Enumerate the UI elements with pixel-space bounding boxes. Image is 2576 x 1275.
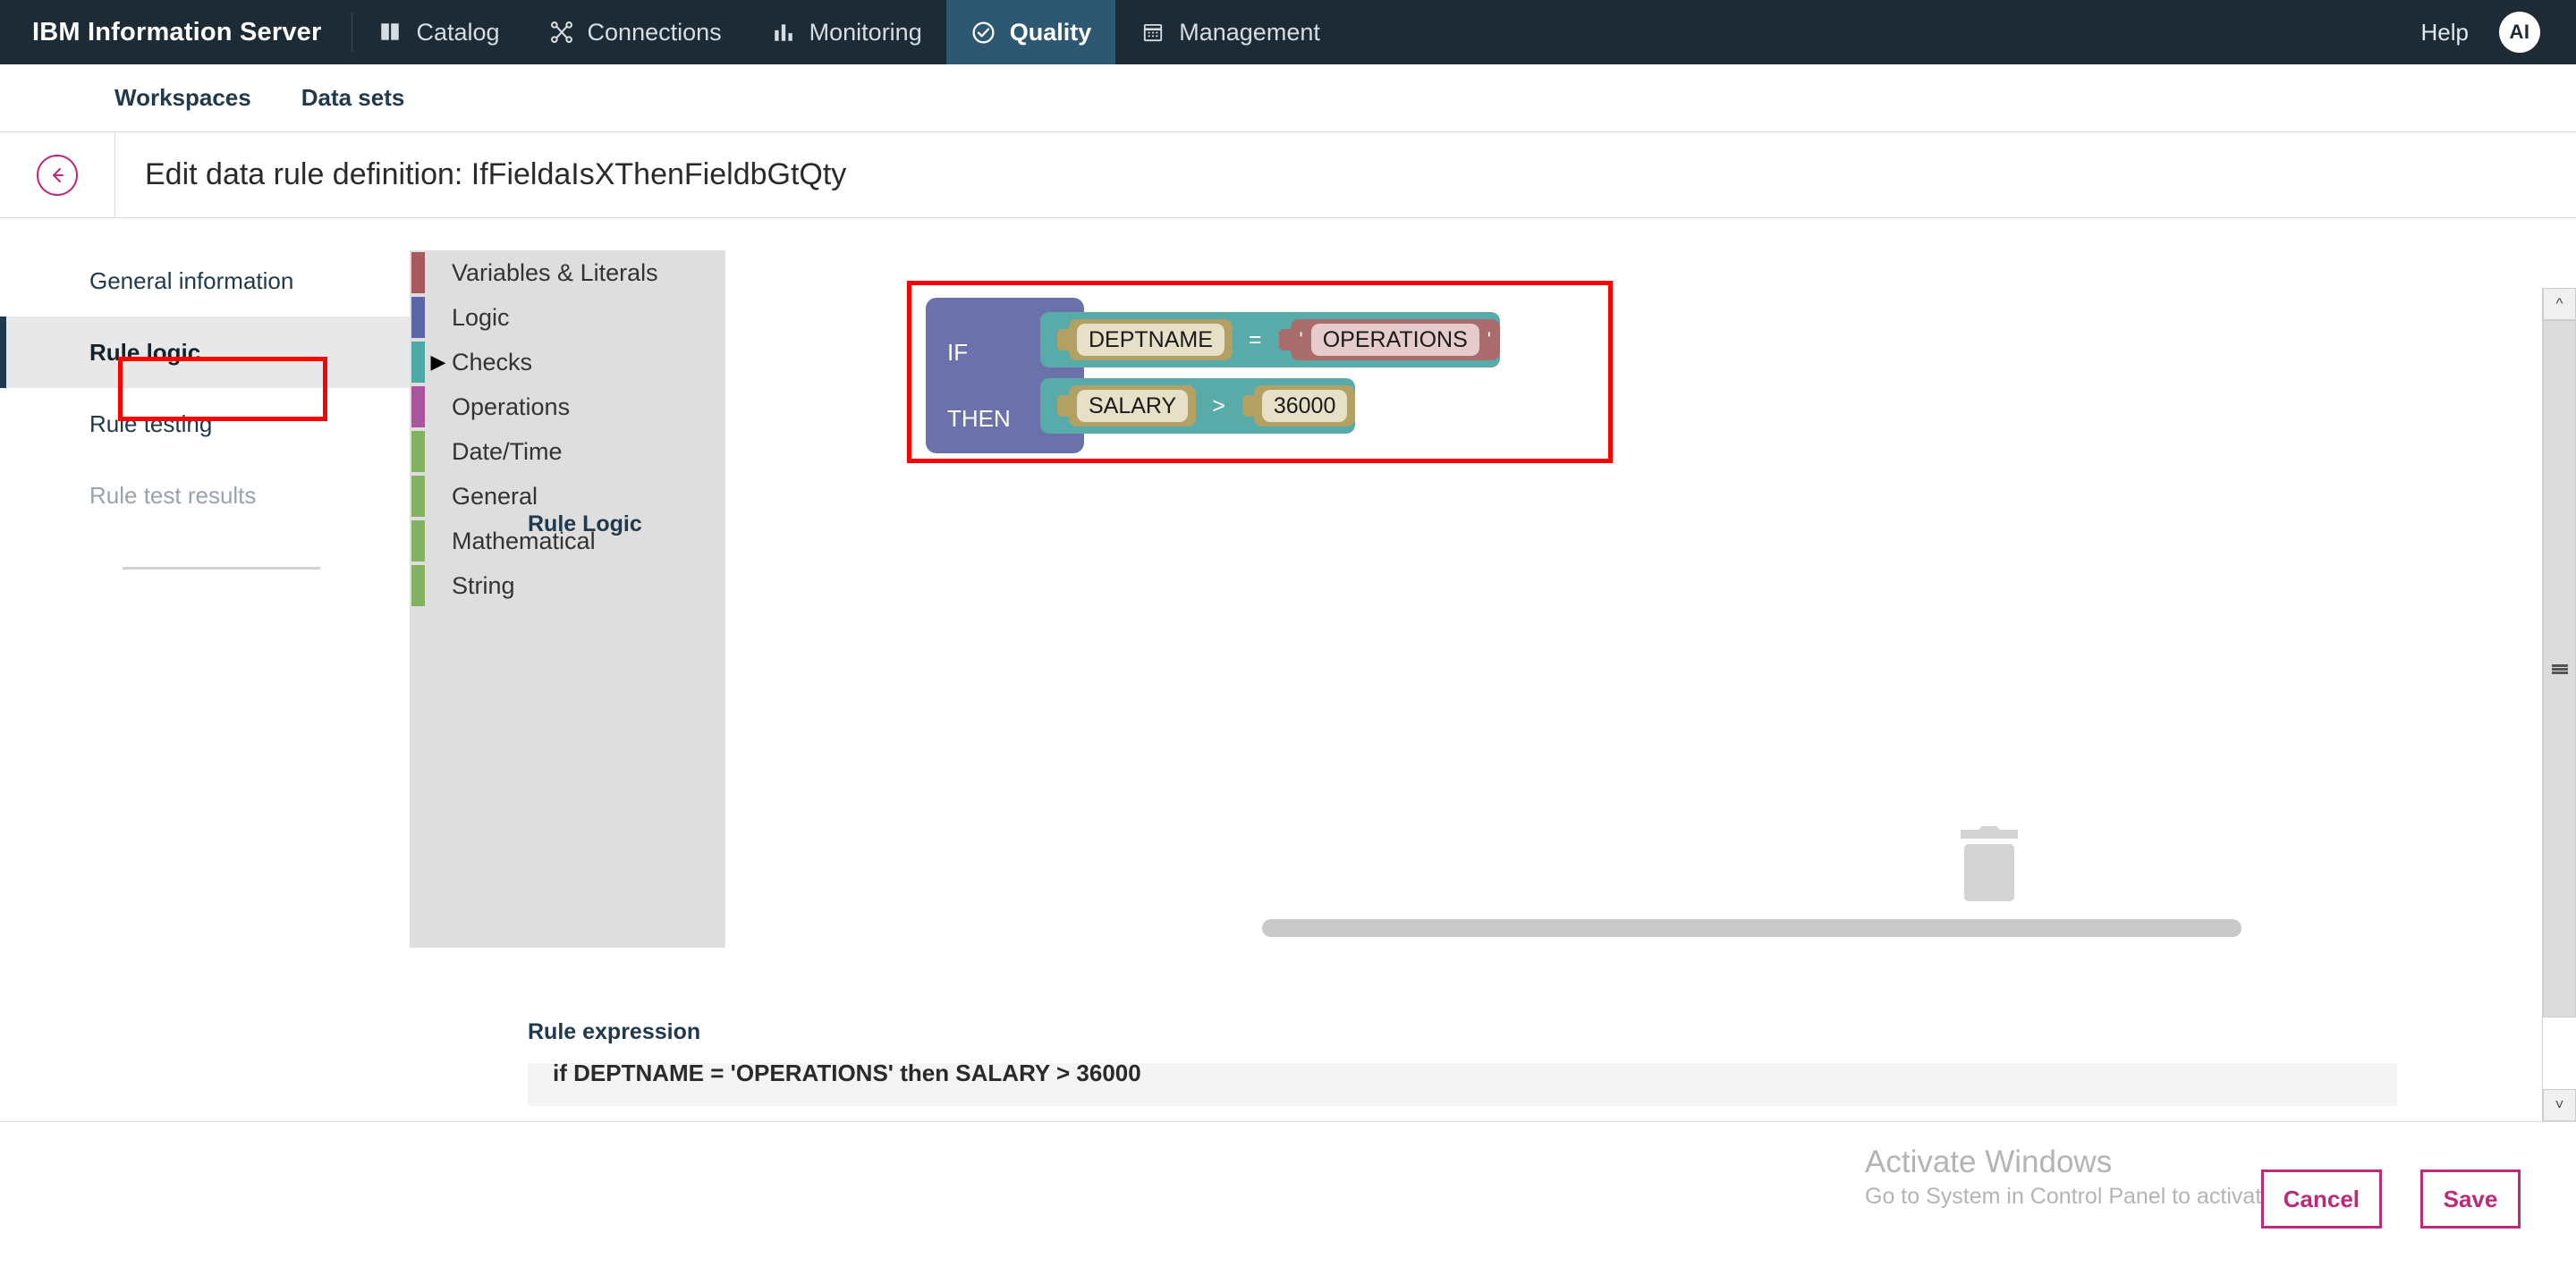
palette-item-variables-literals[interactable]: Variables & Literals [410,250,724,295]
sidebar-item-label: Rule test results [89,481,257,509]
nodes-icon [548,19,575,46]
chevron-right-icon[interactable]: ▶ [425,352,452,372]
quote-open: ' [1299,328,1303,350]
sidebar-item-label: General information [89,266,294,294]
rule-expression-box: if DEPTNAME = 'OPERATIONS' then SALARY >… [528,1063,2397,1106]
palette-item-string[interactable]: String [410,563,724,608]
operator-equals: = [1248,326,1262,352]
palette-item-label: String [452,571,515,599]
help-link[interactable]: Help [2421,19,2469,46]
back-button-cell [0,132,115,217]
main-content: General information Rule logic Rule test… [0,218,2576,1021]
nav-tab-quality[interactable]: Quality [945,0,1116,64]
palette-item-mathematical[interactable]: Mathematical [410,519,724,563]
sidebar-item-general-information[interactable]: General information [0,245,410,317]
page-title: Edit data rule definition: IfFieldaIsXTh… [145,157,847,191]
scroll-up-button[interactable]: ^ [2543,288,2576,320]
bar-chart-icon [770,19,797,46]
palette-item-label: Checks [452,348,533,376]
rule-logic-palette: Variables & Literals Logic ▶ Checks Oper… [410,250,724,948]
palette-item-label: Variables & Literals [452,258,658,286]
rule-expression-title: Rule expression [528,1019,701,1044]
arrow-left-circle-icon[interactable] [37,154,78,196]
subnav-item-workspaces[interactable]: Workspaces [114,84,251,112]
variable-block-36000[interactable]: 36000 [1241,385,1356,426]
secondary-nav: Workspaces Data sets [0,64,2576,132]
palette-swatch [411,476,425,517]
literal-block-operations[interactable]: ' OPERATIONS ' [1278,319,1500,360]
variable-name: SALARY [1077,389,1189,423]
palette-swatch [411,342,425,383]
rule-expression-text: if DEPTNAME = 'OPERATIONS' then SALARY >… [553,1063,1141,1086]
header-right-group: Help AI [2421,0,2576,64]
palette-item-label: Date/Time [452,437,563,465]
operator-greater-than: > [1212,393,1225,418]
then-label: THEN [947,405,1011,432]
main-nav-tabs: Catalog Connections Monitoring Quality M… [352,0,1343,64]
footer-bar: Activate Windows Go to System in Control… [0,1121,2576,1275]
check-block-if-condition[interactable]: DEPTNAME = ' OPERATIONS ' [1040,312,1500,367]
subnav-item-data-sets[interactable]: Data sets [301,84,405,112]
sidebar-divider [123,567,320,570]
trash-icon[interactable] [1950,823,2029,909]
palette-swatch [411,252,425,293]
sidebar-item-label: Rule logic [89,338,201,366]
page-title-bar: Edit data rule definition: IfFieldaIsXTh… [0,132,2576,218]
left-nav: General information Rule logic Rule test… [0,218,410,1021]
scrollbar-thumb[interactable] [2543,320,2576,1017]
palette-item-label: Mathematical [452,527,596,554]
palette-swatch [411,386,425,427]
nav-tab-catalog[interactable]: Catalog [352,0,523,64]
nav-tab-connections[interactable]: Connections [524,0,746,64]
calendar-icon [1140,19,1166,46]
rule-canvas[interactable]: IF THEN DEPTNAME = ' OPERATIONS ' SALARY… [724,250,2576,948]
palette-item-label: General [452,482,538,510]
palette-item-label: Logic [452,303,510,331]
variable-name: DEPTNAME [1077,323,1224,357]
app-brand: IBM Information Server [32,17,322,46]
nav-tab-label: Connections [587,18,722,46]
sidebar-item-rule-testing[interactable]: Rule testing [0,388,410,460]
grip-icon [2551,663,2568,674]
palette-swatch [411,297,425,338]
check-circle-icon [970,19,997,46]
palette-item-general[interactable]: General [410,474,724,519]
nav-tab-monitoring[interactable]: Monitoring [746,0,946,64]
nav-tab-label: Catalog [416,18,500,46]
palette-swatch [411,565,425,606]
palette-item-logic[interactable]: Logic [410,295,724,340]
avatar[interactable]: AI [2499,12,2540,53]
variable-block-deptname[interactable]: DEPTNAME [1057,319,1233,360]
sidebar-item-rule-logic[interactable]: Rule logic [0,317,410,388]
window-vertical-scrollbar[interactable]: ^ ˅ [2542,288,2576,1121]
sidebar-item-label: Rule testing [89,410,213,437]
rule-expression-section: Rule expression if DEPTNAME = 'OPERATION… [528,1019,2397,1106]
palette-item-date-time[interactable]: Date/Time [410,429,724,474]
nav-tab-management[interactable]: Management [1115,0,1344,64]
nav-tab-label: Monitoring [809,18,922,46]
if-label: IF [947,339,969,366]
palette-item-operations[interactable]: Operations [410,384,724,429]
rule-blocks-highlight: IF THEN DEPTNAME = ' OPERATIONS ' SALARY… [907,281,1613,463]
variable-block-salary[interactable]: SALARY [1056,385,1197,426]
canvas-horizontal-scrollbar[interactable] [1262,919,2241,937]
nav-tab-label: Management [1179,18,1320,46]
palette-item-checks[interactable]: ▶ Checks [410,340,724,384]
book-icon [377,19,403,46]
literal-value: OPERATIONS [1310,323,1479,357]
quote-close: ' [1487,328,1491,350]
save-button[interactable]: Save [2420,1169,2521,1229]
scroll-down-button[interactable]: ˅ [2543,1089,2576,1121]
top-header: IBM Information Server Catalog Connectio… [0,0,2576,64]
cancel-button[interactable]: Cancel [2260,1169,2382,1229]
literal-number: 36000 [1261,389,1348,423]
palette-swatch [411,520,425,562]
scrollbar-track[interactable] [2543,320,2576,1089]
footer-buttons: Cancel Save [2260,1169,2521,1229]
palette-item-label: Operations [452,393,571,420]
sidebar-item-rule-test-results: Rule test results [0,460,410,531]
palette-swatch [411,431,425,472]
nav-tab-label: Quality [1009,18,1092,46]
check-block-then-condition[interactable]: SALARY > 36000 [1040,378,1356,434]
